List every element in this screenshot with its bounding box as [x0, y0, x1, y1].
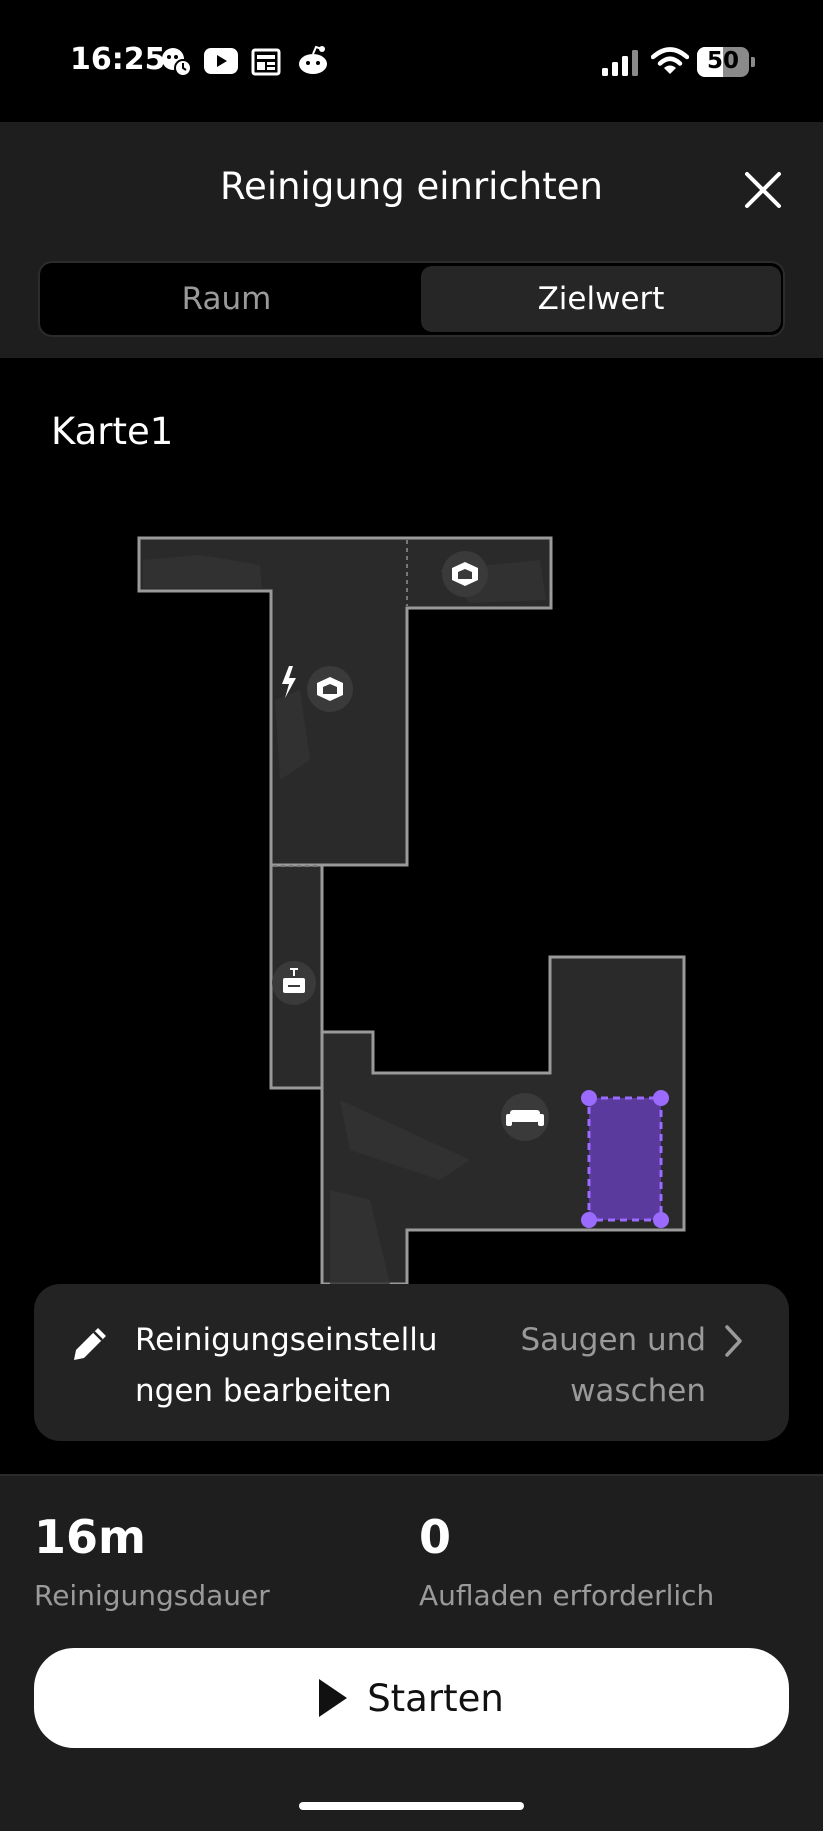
monkey-alarm-icon — [162, 48, 192, 77]
tab-zielwert[interactable]: Zielwert — [421, 266, 781, 332]
zone-handle[interactable] — [581, 1090, 597, 1106]
signal-icon — [602, 50, 638, 76]
news-icon — [251, 48, 281, 76]
duration-value: 16m — [34, 1510, 146, 1564]
recharge-value: 0 — [419, 1510, 452, 1564]
chevron-right-icon[interactable] — [722, 1322, 746, 1360]
start-button[interactable]: Starten — [34, 1648, 789, 1748]
settings-label: Reinigungseinstellu ngen bearbeiten — [135, 1315, 465, 1417]
play-icon — [319, 1679, 348, 1717]
room-cube-icon[interactable] — [307, 666, 353, 712]
duration-label: Reinigungsdauer — [34, 1579, 270, 1612]
target-zone[interactable] — [581, 1090, 669, 1228]
zone-handle[interactable] — [653, 1212, 669, 1228]
recharge-label: Aufladen erforderlich — [419, 1579, 715, 1612]
settings-value-line1: Saugen und — [520, 1322, 706, 1358]
status-bar: 16:25 50 — [0, 0, 823, 122]
status-time: 16:25 — [70, 42, 166, 77]
youtube-icon — [204, 48, 238, 74]
zone-handle[interactable] — [653, 1090, 669, 1106]
page-title: Reinigung einrichten — [220, 165, 603, 208]
zone-handle[interactable] — [581, 1212, 597, 1228]
home-indicator[interactable] — [299, 1802, 524, 1810]
battery-icon: 50 — [697, 47, 755, 77]
settings-value-line2: waschen — [570, 1373, 706, 1409]
settings-label-line2: ngen bearbeiten — [135, 1373, 392, 1409]
settings-label-line1: Reinigungseinstellu — [135, 1322, 438, 1358]
nightstand-icon[interactable] — [272, 961, 316, 1005]
tab-raum[interactable]: Raum — [40, 263, 413, 335]
wifi-icon — [651, 47, 689, 74]
floor-map[interactable] — [0, 510, 823, 1284]
sofa-icon[interactable] — [501, 1093, 549, 1141]
reddit-icon — [299, 45, 327, 74]
map-label: Karte1 — [51, 410, 174, 453]
settings-value: Saugen und waschen — [500, 1315, 706, 1417]
start-button-label: Starten — [367, 1676, 504, 1720]
close-icon[interactable] — [741, 168, 785, 212]
mode-tabs: Raum Zielwert — [38, 261, 785, 337]
room-cube-icon[interactable] — [442, 551, 488, 597]
battery-level: 50 — [706, 48, 739, 74]
pencil-icon — [74, 1328, 106, 1360]
